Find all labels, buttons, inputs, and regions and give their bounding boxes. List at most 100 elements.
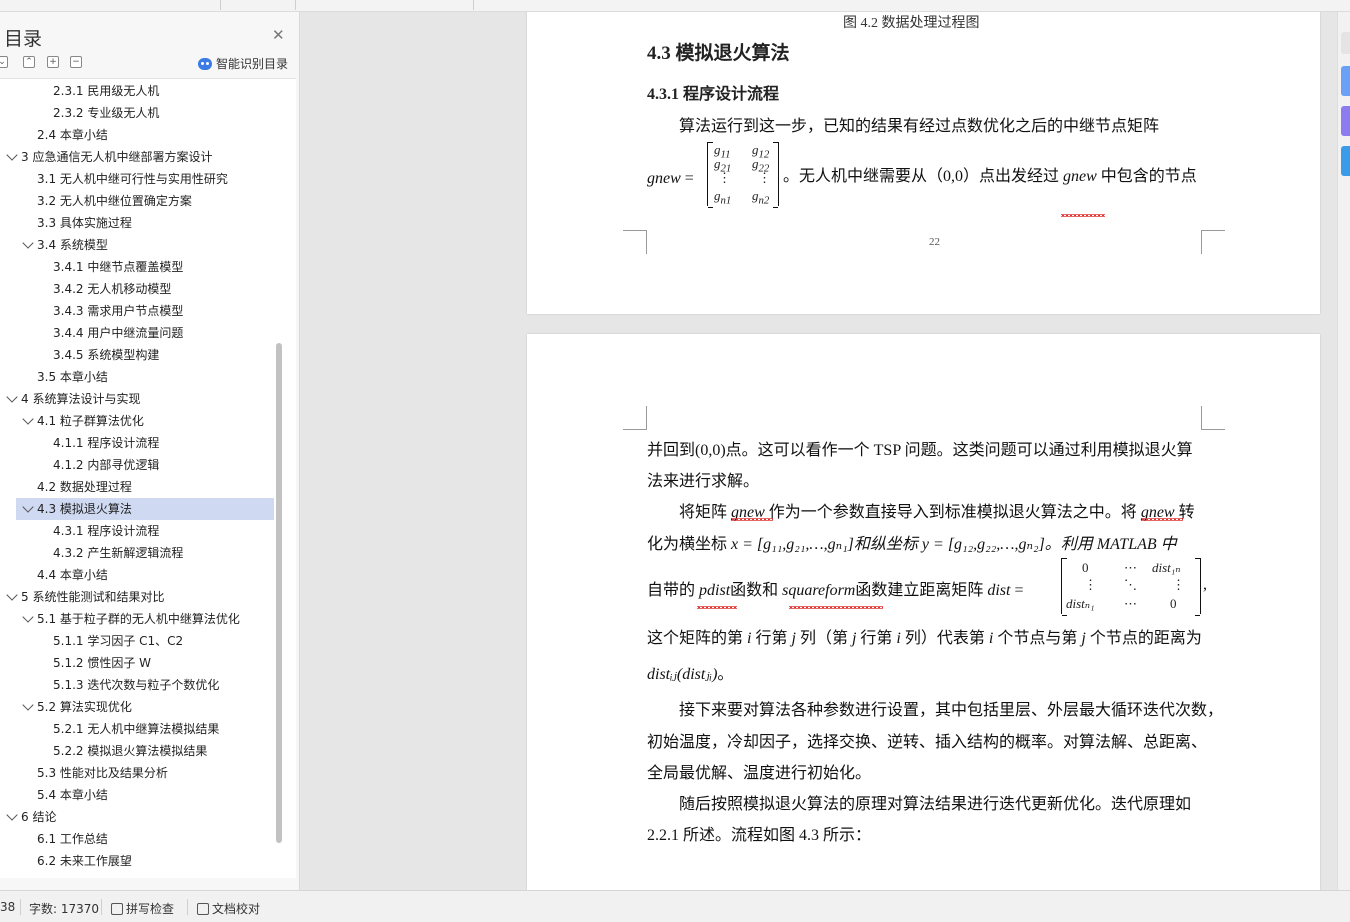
toc-item[interactable]: 5.2.1 无人机中继算法模拟结果 (0, 718, 270, 740)
figure-caption: 图 4.2 数据处理过程图 (843, 16, 980, 31)
chevron-down-icon[interactable] (6, 589, 18, 601)
toc-item[interactable]: 3.1 无人机中继可行性与实用性研究 (0, 168, 270, 190)
toc-item[interactable]: 5.1.2 惯性因子 W (0, 652, 270, 674)
page-corner-mark (1201, 406, 1225, 430)
status-bar: 38 字数: 17370 拼写检查 文档校对 (0, 890, 1350, 922)
toc-item-label: 3.4.1 中继节点覆盖模型 (53, 260, 184, 274)
chevron-down-icon[interactable] (22, 413, 34, 425)
paragraph-line[interactable]: 接下来要对算法各种参数进行设置，其中包括里层、外层最大循环迭代次数， (679, 696, 1223, 720)
level-up-icon[interactable]: ⌃ (23, 56, 35, 68)
toolbar-divider (220, 0, 221, 10)
toc-item[interactable]: 6.1 工作总结 (0, 828, 270, 850)
side-tool-icon[interactable] (1341, 66, 1350, 96)
toolbar-divider (295, 0, 296, 10)
toc-item-label: 2.3.1 民用级无人机 (53, 84, 160, 98)
add-heading-icon[interactable]: + (47, 56, 59, 68)
chevron-down-icon[interactable] (6, 809, 18, 821)
toc-item[interactable]: 4.3 模拟退火算法 (16, 498, 274, 520)
toc-item[interactable]: 4.4 本章小结 (0, 564, 270, 586)
chevron-down-icon[interactable] (22, 611, 34, 623)
paragraph-line[interactable]: 这个矩阵的第 i 行第 j 列（第 j 行第 i 列）代表第 i 个节点与第 j… (647, 624, 1202, 648)
toc-list: 2.3.1 民用级无人机 2.3.2 专业级无人机 2.4 本章小结 3 应急通信无人… (0, 78, 296, 878)
toc-item-label: 3 应急通信无人机中继部署方案设计 (21, 150, 213, 164)
paragraph-line[interactable]: gnew = (647, 170, 694, 188)
matrix-cell: ⋮ (1172, 577, 1185, 592)
toc-item[interactable]: 3.4.1 中继节点覆盖模型 (0, 256, 270, 278)
chevron-down-icon[interactable] (22, 237, 34, 249)
toc-item[interactable]: 2.3.1 民用级无人机 (0, 80, 270, 102)
paragraph-line[interactable]: 法来进行求解。 (647, 467, 759, 491)
toc-item[interactable]: 3.3 具体实施过程 (0, 212, 270, 234)
spellcheck-underline (731, 518, 773, 521)
toc-item[interactable]: 6.2 未来工作展望 (0, 850, 270, 872)
paragraph-line[interactable]: 随后按照模拟退火算法的原理对算法结果进行迭代更新优化。迭代原理如 (679, 790, 1191, 814)
side-tool-icon[interactable] (1341, 106, 1350, 136)
punctuation: , (1203, 576, 1207, 593)
toc-item[interactable]: 3.4.4 用户中继流量问题 (0, 322, 270, 344)
page-indicator[interactable]: 38 (0, 900, 15, 914)
doc-proof-button[interactable]: 文档校对 (197, 900, 260, 917)
toc-item[interactable]: 3.5 本章小结 (0, 366, 270, 388)
spellcheck-underline (1141, 518, 1183, 521)
toc-item[interactable]: 5.1 基于粒子群的无人机中继算法优化 (0, 608, 270, 630)
toc-item[interactable]: 2.4 本章小结 (0, 124, 270, 146)
smart-toc-label: 智能识别目录 (216, 57, 289, 71)
paragraph-line[interactable]: 。无人机中继需要从（0,0）点出发经过 gnew 中包含的节点 (783, 162, 1197, 186)
paragraph-line[interactable]: 全局最优解、温度进行初始化。 (647, 759, 871, 783)
matrix-cell: 0 (1170, 596, 1177, 611)
toc-item[interactable]: 5.2.2 模拟退火算法模拟结果 (0, 740, 270, 762)
spell-check-label: 拼写检查 (126, 902, 175, 916)
toc-item[interactable]: 5.1.3 迭代次数与粒子个数优化 (0, 674, 270, 696)
chevron-down-icon[interactable] (22, 699, 34, 711)
matrix-cell: ⋯ (1124, 596, 1137, 611)
subsection-heading[interactable]: 4.3.1 程序设计流程 (647, 80, 779, 104)
toc-item[interactable]: 5.2 算法实现优化 (0, 696, 270, 718)
paragraph-line[interactable]: 算法运行到这一步，已知的结果有经过点数优化之后的中继节点矩阵 (679, 112, 1159, 136)
side-tool-icon[interactable] (1341, 146, 1350, 176)
toc-item[interactable]: 4.3.2 产生新解逻辑流程 (0, 542, 270, 564)
toc-item[interactable]: 4.1.1 程序设计流程 (0, 432, 270, 454)
paragraph-line[interactable]: 并回到(0,0)点。这可以看作一个 TSP 问题。这类问题可以通过利用模拟退火算 (647, 436, 1193, 460)
word-count[interactable]: 字数: 17370 (29, 900, 99, 917)
side-tool-icon[interactable] (1341, 32, 1350, 54)
toc-item[interactable]: 5.4 本章小结 (0, 784, 270, 806)
section-heading[interactable]: 4.3 模拟退火算法 (647, 38, 790, 65)
toc-item-label: 5.1.2 惯性因子 W (53, 656, 152, 670)
toc-item-label: 3.4.3 需求用户节点模型 (53, 304, 184, 318)
toc-item-label: 3.1 无人机中继可行性与实用性研究 (37, 172, 228, 186)
collapse-all-icon[interactable]: ⌄ (0, 56, 8, 68)
remove-heading-icon[interactable]: − (70, 56, 82, 68)
top-toolbar-edge (0, 0, 1350, 12)
toc-item[interactable]: 4.3.1 程序设计流程 (0, 520, 270, 542)
paragraph-line[interactable]: distᵢⱼ(distⱼᵢ)。 (647, 660, 733, 684)
page-corner-mark (623, 230, 647, 254)
toc-item[interactable]: 5 系统性能测试和结果对比 (0, 586, 270, 608)
chevron-down-icon[interactable] (6, 391, 18, 403)
toc-item[interactable]: 4.1 粒子群算法优化 (0, 410, 270, 432)
spell-check-button[interactable]: 拼写检查 (111, 900, 174, 917)
toc-item[interactable]: 4.1.2 内部寻优逻辑 (0, 454, 270, 476)
toc-item[interactable]: 3.4.2 无人机移动模型 (0, 278, 270, 300)
toc-item[interactable]: 3.4.5 系统模型构建 (0, 344, 270, 366)
toc-item-label: 4.3 模拟退火算法 (37, 502, 132, 516)
close-icon[interactable]: ✕ (272, 26, 285, 44)
toc-item[interactable]: 4.2 数据处理过程 (0, 476, 270, 498)
toc-item[interactable]: 3 应急通信无人机中继部署方案设计 (0, 146, 270, 168)
chevron-down-icon[interactable] (6, 149, 18, 161)
toc-item[interactable]: 4 系统算法设计与实现 (0, 388, 270, 410)
smart-toc-button[interactable]: 智能识别目录 (198, 55, 288, 72)
chevron-down-icon[interactable] (22, 501, 34, 513)
toc-item[interactable]: 3.4 系统模型 (0, 234, 270, 256)
page-number: 22 (929, 236, 940, 248)
toc-item[interactable]: 3.2 无人机中继位置确定方案 (0, 190, 270, 212)
paragraph-line[interactable]: 自带的 pdist函数和 squareform函数建立距离矩阵 dist = (647, 576, 1024, 600)
toc-item[interactable]: 2.3.2 专业级无人机 (0, 102, 270, 124)
toc-item[interactable]: 3.4.3 需求用户节点模型 (0, 300, 270, 322)
toc-item[interactable]: 5.3 性能对比及结果分析 (0, 762, 270, 784)
toc-item[interactable]: 6 结论 (0, 806, 270, 828)
toc-scrollbar[interactable] (276, 343, 282, 843)
paragraph-line[interactable]: 2.2.1 所述。流程如图 4.3 所示： (647, 821, 871, 845)
paragraph-line[interactable]: 初始温度，冷却因子，选择交换、逆转、插入结构的概率。对算法解、总距离、 (647, 728, 1207, 752)
paragraph-line[interactable]: 化为横坐标 x = [g₁₁,g₂₁,…,gₙ₁]和纵坐标 y = [g₁₂,g… (647, 530, 1177, 554)
toc-item[interactable]: 5.1.1 学习因子 C1、C2 (0, 630, 270, 652)
